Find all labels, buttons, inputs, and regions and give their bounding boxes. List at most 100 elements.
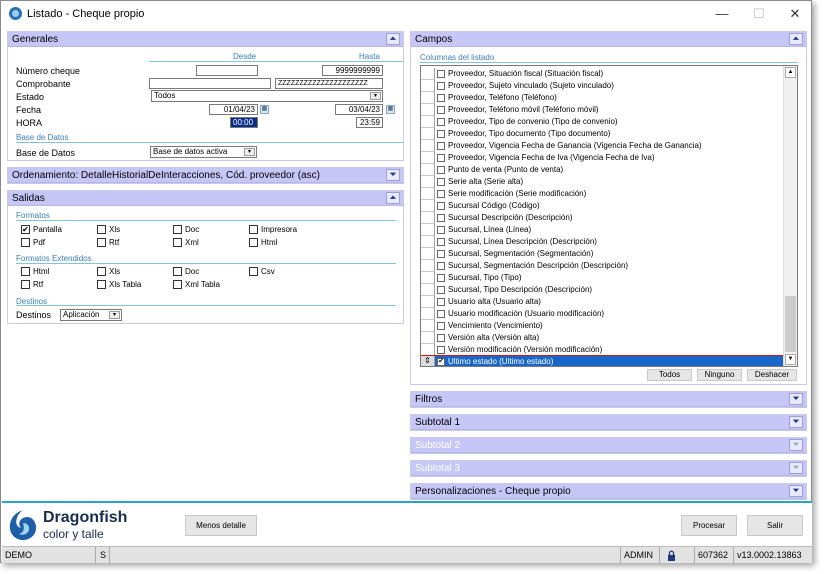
ordenamiento-header[interactable]: Ordenamiento: DetalleHistorialDeInteracc… — [8, 168, 403, 183]
expand-icon[interactable]: ⏷ — [789, 393, 803, 405]
ext-rtf-checkbox[interactable] — [21, 280, 30, 289]
list-item[interactable]: Sucursal, Segmentación (Segmentación) — [421, 248, 783, 260]
list-item-checkbox[interactable] — [437, 154, 445, 162]
minimize-button[interactable]: — — [709, 4, 735, 24]
list-item[interactable]: Sucursal, Segmentación Descripción (Desc… — [421, 260, 783, 272]
procesar-button[interactable]: Procesar — [681, 515, 737, 536]
row-handle[interactable] — [421, 284, 435, 296]
list-item[interactable]: Proveedor, Sujeto vinculado (Sujeto vinc… — [421, 80, 783, 92]
row-handle[interactable] — [421, 80, 435, 92]
drag-handle-icon[interactable]: ⇕ — [421, 356, 435, 366]
list-item-checkbox[interactable] — [437, 286, 445, 294]
list-item-checkbox[interactable] — [437, 226, 445, 234]
row-handle[interactable] — [421, 296, 435, 308]
list-item-checkbox[interactable]: ✔ — [437, 358, 445, 366]
list-item-checkbox[interactable] — [437, 346, 445, 354]
collapse-icon[interactable]: ⏶ — [386, 33, 400, 45]
row-handle[interactable] — [421, 152, 435, 164]
filtros-header[interactable]: Filtros ⏷ — [411, 392, 806, 407]
list-item[interactable]: Punto de venta (Punto de venta) — [421, 164, 783, 176]
menos-detalle-button[interactable]: Menos detalle — [185, 515, 257, 536]
list-item-checkbox[interactable] — [437, 70, 445, 78]
subtotal1-header[interactable]: Subtotal 1 ⏷ — [411, 415, 806, 430]
calendar-icon[interactable]: ▦ — [260, 105, 269, 114]
list-item[interactable]: ⇕ ✔ Ultimo estado (Ultimo estado) — [421, 355, 784, 366]
list-item[interactable]: Proveedor, Vigencia Fecha de Ganancia (V… — [421, 140, 783, 152]
row-handle[interactable] — [421, 224, 435, 236]
ext-xls-checkbox[interactable] — [97, 267, 106, 276]
list-item[interactable]: Sucursal Código (Código) — [421, 200, 783, 212]
ext-html-checkbox[interactable] — [21, 267, 30, 276]
row-handle[interactable] — [421, 308, 435, 320]
expand-icon[interactable]: ⏷ — [789, 416, 803, 428]
hora-hasta-input[interactable]: 23:59 — [356, 117, 383, 128]
row-handle[interactable] — [421, 68, 435, 80]
list-item-checkbox[interactable] — [437, 118, 445, 126]
impresora-checkbox[interactable] — [249, 225, 258, 234]
list-item[interactable]: Usuario alta (Usuario alta) — [421, 296, 783, 308]
pdf-checkbox[interactable] — [21, 238, 30, 247]
list-item-checkbox[interactable] — [437, 166, 445, 174]
todos-button[interactable]: Todos — [647, 369, 692, 381]
ninguno-button[interactable]: Ninguno — [697, 369, 742, 381]
chevron-down-icon[interactable]: ▾ — [109, 311, 120, 319]
ext-xml-tabla-checkbox[interactable] — [173, 280, 182, 289]
list-item[interactable]: Serie modificación (Serie modificación) — [421, 188, 783, 200]
estado-select[interactable]: Todos ▾ — [151, 90, 383, 102]
list-item[interactable]: Sucursal, Tipo Descripción (Descripción) — [421, 284, 783, 296]
list-item-checkbox[interactable] — [437, 322, 445, 330]
list-item[interactable]: Usuario modificación (Usuario modificaci… — [421, 308, 783, 320]
columnas-list[interactable]: Proveedor, Situación fiscal (Situación f… — [420, 65, 798, 367]
row-handle[interactable] — [421, 272, 435, 284]
xls-checkbox[interactable] — [97, 225, 106, 234]
row-handle[interactable] — [421, 260, 435, 272]
list-item[interactable]: Versión modificación (Versión modificaci… — [421, 344, 783, 356]
base-datos-select[interactable]: Base de datos activa ▾ — [150, 146, 257, 158]
list-item-checkbox[interactable] — [437, 142, 445, 150]
list-item[interactable]: Proveedor, Teléfono (Teléfono) — [421, 92, 783, 104]
list-item-checkbox[interactable] — [437, 250, 445, 258]
destinos-select[interactable]: Aplicación ▾ — [60, 309, 122, 321]
row-handle[interactable] — [421, 176, 435, 188]
row-handle[interactable] — [421, 92, 435, 104]
list-item-checkbox[interactable] — [437, 214, 445, 222]
scroll-up-icon[interactable]: ▲ — [785, 67, 796, 78]
list-item[interactable]: Proveedor, Tipo documento (Tipo document… — [421, 128, 783, 140]
row-handle[interactable] — [421, 344, 435, 356]
list-item-checkbox[interactable] — [437, 334, 445, 342]
row-handle[interactable] — [421, 140, 435, 152]
list-item[interactable]: Vencimiento (Vencimiento) — [421, 320, 783, 332]
fecha-hasta-input[interactable]: 03/04/23 — [335, 104, 383, 115]
row-handle[interactable] — [421, 248, 435, 260]
list-item-checkbox[interactable] — [437, 82, 445, 90]
list-item[interactable]: Proveedor, Situación fiscal (Situación f… — [421, 68, 783, 80]
list-item[interactable]: Proveedor, Vigencia Fecha de Iva (Vigenc… — [421, 152, 783, 164]
list-item-checkbox[interactable] — [437, 94, 445, 102]
list-item-checkbox[interactable] — [437, 298, 445, 306]
row-handle[interactable] — [421, 212, 435, 224]
list-scrollbar[interactable]: ▲ ▼ — [783, 66, 797, 366]
deshacer-button[interactable]: Deshacer — [747, 369, 797, 381]
personalizaciones-header[interactable]: Personalizaciones - Cheque propio ⏷ — [411, 484, 806, 499]
row-handle[interactable] — [421, 104, 435, 116]
generales-header[interactable]: Generales ⏶ — [8, 32, 403, 47]
list-item[interactable]: Sucursal, Tipo (Tipo) — [421, 272, 783, 284]
list-item-checkbox[interactable] — [437, 190, 445, 198]
campos-header[interactable]: Campos ⏶ — [411, 32, 806, 47]
list-item-checkbox[interactable] — [437, 130, 445, 138]
row-handle[interactable] — [421, 200, 435, 212]
maximize-button[interactable]: ☐ — [746, 4, 772, 24]
doc-checkbox[interactable] — [173, 225, 182, 234]
calendar-icon[interactable]: ▦ — [386, 105, 395, 114]
list-item-checkbox[interactable] — [437, 274, 445, 282]
row-handle[interactable] — [421, 116, 435, 128]
row-handle[interactable] — [421, 128, 435, 140]
list-item[interactable]: Sucursal Descripción (Descripción) — [421, 212, 783, 224]
ext-csv-checkbox[interactable] — [249, 267, 258, 276]
scroll-down-icon[interactable]: ▼ — [785, 354, 796, 365]
list-item[interactable]: Proveedor, Tipo de convenio (Tipo de con… — [421, 116, 783, 128]
list-item-checkbox[interactable] — [437, 106, 445, 114]
expand-icon[interactable]: ⏷ — [789, 485, 803, 497]
list-item-checkbox[interactable] — [437, 310, 445, 318]
rtf-checkbox[interactable] — [97, 238, 106, 247]
